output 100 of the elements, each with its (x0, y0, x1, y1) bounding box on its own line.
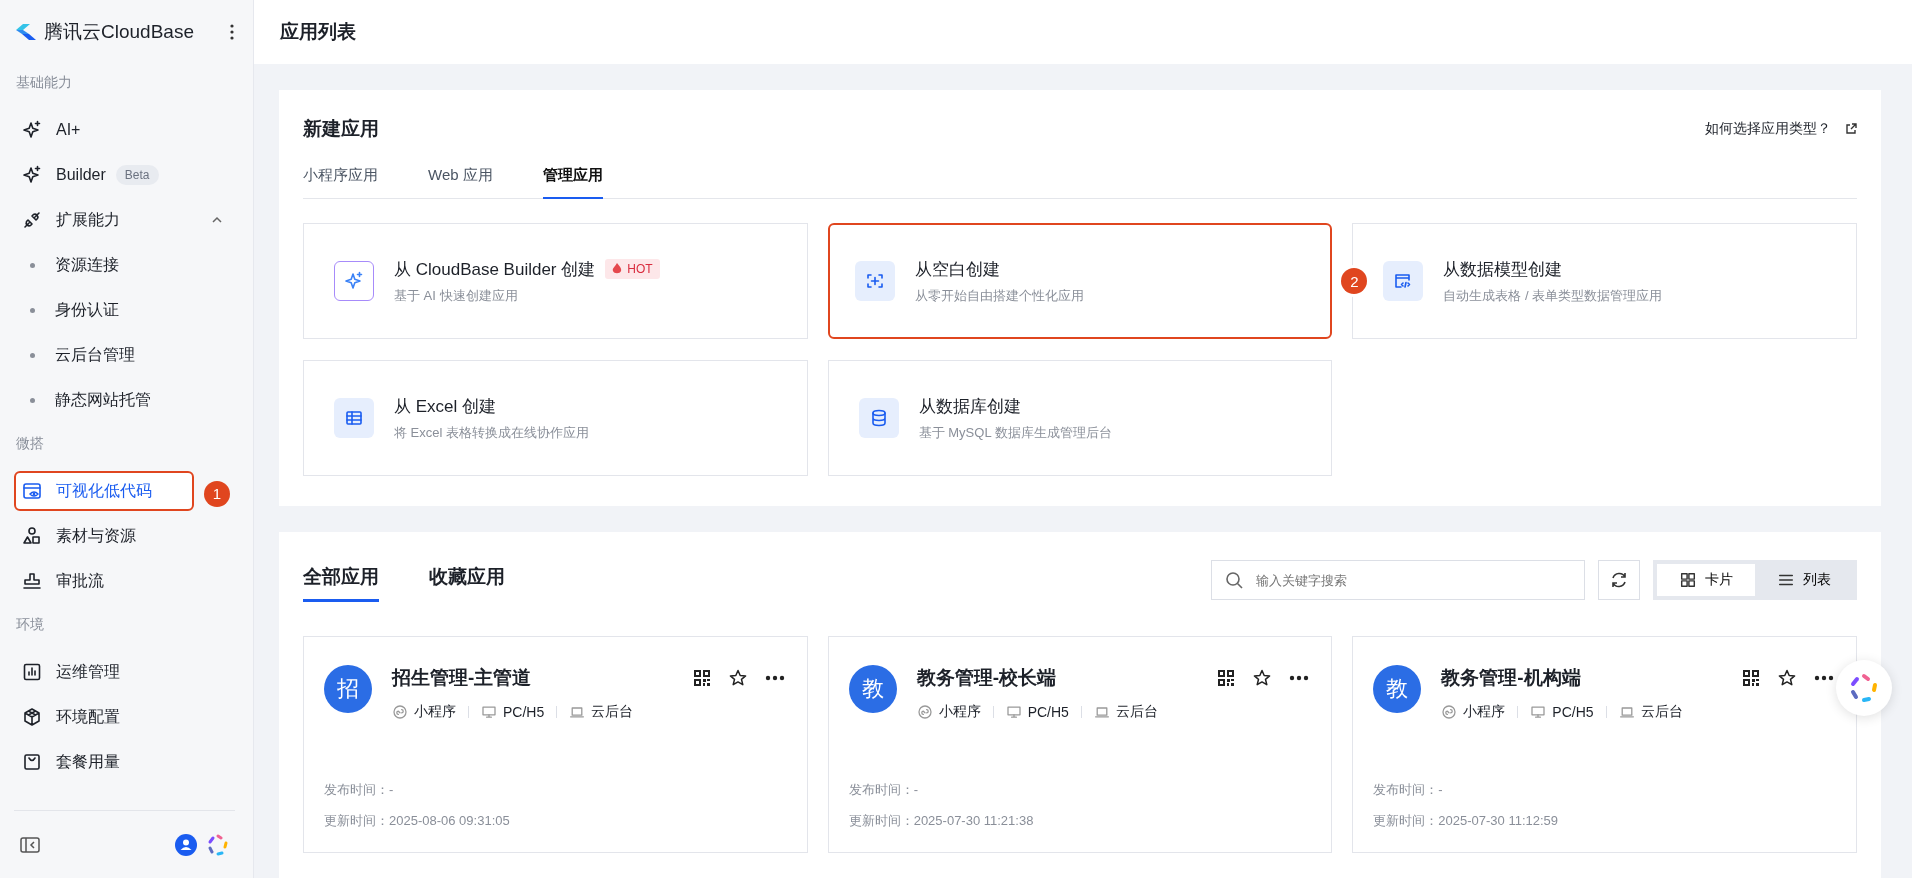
nav-item[interactable]: AI+ (14, 110, 235, 150)
app-name: 教务管理-机构端 (1441, 666, 1582, 690)
app-avatar: 招 (324, 665, 372, 713)
platform-label: 小程序 (414, 703, 456, 721)
section-title: 新建应用 (303, 117, 379, 141)
view-toggle[interactable]: 列表 (1755, 564, 1853, 596)
logo-icon (14, 22, 38, 42)
frame-plus-icon (864, 271, 885, 291)
platform-label: 小程序 (938, 703, 981, 721)
option-title: 从数据模型创建 (1443, 258, 1563, 281)
tab[interactable]: 小程序应用 (303, 160, 378, 199)
nav-item[interactable]: 运维管理 (14, 652, 235, 692)
publish-time: 发布时间：- (1373, 781, 1444, 799)
nav-item[interactable]: Builder Beta (14, 155, 235, 195)
submenu-item[interactable]: 云后台管理 (14, 335, 235, 375)
tab[interactable]: 全部应用 (303, 558, 379, 602)
chart-icon (22, 662, 42, 682)
section-heading: 环境 (15, 615, 45, 634)
tab[interactable]: 管理应用 (542, 160, 603, 199)
app-name: 招生管理-主管道 (392, 666, 533, 690)
table-icon (344, 408, 364, 428)
create-option-card[interactable]: 从 CloudBase Builder 创建 HOT 基于 AI 快速创建应用 (303, 223, 808, 339)
more-icon[interactable] (229, 23, 235, 41)
option-title: 从数据库创建 (918, 395, 1021, 418)
monitor-icon (1005, 704, 1022, 720)
link-circle-icon (916, 704, 933, 720)
star-icon[interactable] (1253, 669, 1272, 687)
star-icon[interactable] (728, 669, 747, 687)
shapes-icon (22, 526, 42, 546)
create-option-card[interactable]: 从 Excel 创建 将 Excel 表格转换成在线协作应用 (303, 360, 808, 476)
create-option-card[interactable]: 从数据库创建 基于 MySQL 数据库生成管理后台 (827, 360, 1333, 476)
nav-item[interactable]: 套餐用量 (14, 742, 235, 782)
option-description: 将 Excel 表格转换成在线协作应用 (394, 423, 589, 442)
pinwheel-icon[interactable] (207, 833, 229, 856)
update-time: 更新时间：2025-07-30 11:12:59 (1373, 812, 1560, 830)
section-heading: 基础能力 (15, 73, 73, 92)
app-avatar: 教 (1373, 665, 1422, 713)
qr-code-icon[interactable] (1742, 669, 1760, 687)
option-title: 从空白创建 (914, 258, 1000, 281)
nav-item[interactable]: 素材与资源 (14, 516, 235, 556)
bullet-icon (30, 307, 35, 313)
step-badge: 2 (1341, 268, 1368, 294)
tab[interactable]: 收藏应用 (429, 558, 505, 602)
option-title: 从 Excel 创建 (394, 395, 497, 418)
bullet-icon (30, 352, 35, 358)
qr-code-icon[interactable] (692, 669, 711, 687)
more-icon[interactable] (764, 675, 785, 681)
option-description: 从零开始自由搭建个性化应用 (914, 286, 1084, 305)
submenu-item[interactable]: 身份认证 (14, 290, 235, 330)
platform-label: PC/H5 (1027, 704, 1069, 720)
sparkle-icon (22, 165, 42, 185)
sparkle-icon (344, 271, 364, 291)
platform-label: PC/H5 (503, 704, 545, 720)
nav-item[interactable]: 扩展能力 (14, 200, 235, 240)
link-circle-icon (392, 704, 408, 720)
app-name: 教务管理-校长端 (916, 666, 1057, 690)
bag-icon (22, 752, 42, 772)
platform-label: 云后台 (1115, 703, 1158, 721)
laptop-icon (1618, 704, 1635, 720)
grid-icon (1679, 571, 1697, 589)
brand-name: 腾讯云CloudBase (44, 20, 195, 44)
sparkle-icon (22, 120, 42, 140)
tab[interactable]: Web 应用 (428, 160, 493, 199)
view-toggle[interactable]: 卡片 (1657, 564, 1755, 596)
publish-time: 发布时间：- (848, 781, 919, 799)
external-link-icon (1845, 123, 1857, 135)
option-title: 从 CloudBase Builder 创建 (394, 258, 596, 281)
search-field[interactable]: 输入关键字搜索 (1211, 560, 1585, 600)
star-icon[interactable] (1778, 669, 1796, 687)
bullet-icon (30, 397, 35, 403)
qr-code-icon[interactable] (1217, 669, 1236, 687)
laptop-icon (569, 704, 586, 720)
help-link[interactable]: 如何选择应用类型？ (1705, 120, 1857, 138)
submenu-item[interactable]: 静态网站托管 (14, 380, 235, 420)
pinwheel-icon (1849, 673, 1879, 703)
more-icon[interactable] (1289, 675, 1310, 681)
refresh-button[interactable] (1598, 560, 1640, 600)
submenu-item[interactable]: 资源连接 (14, 245, 235, 285)
flame-icon (612, 263, 623, 275)
monitor-icon (481, 704, 497, 720)
monitor-icon (1530, 704, 1547, 720)
nav-item[interactable]: 审批流 (14, 561, 235, 601)
collapse-sidebar-icon[interactable] (20, 835, 40, 854)
app-avatar: 教 (848, 665, 897, 713)
more-icon[interactable] (1814, 675, 1834, 681)
platform-label: 小程序 (1463, 703, 1506, 721)
publish-time: 发布时间：- (324, 781, 395, 799)
app-card[interactable]: 教 教务管理-校长端 小程序 PC/H5 云后台 发布时间：- 更新时间：2025-07-30 11:21:38 (827, 636, 1333, 853)
platform-label: 云后台 (1640, 703, 1683, 721)
nav-item[interactable]: 可视化低代码 (14, 471, 194, 511)
user-avatar-icon[interactable] (175, 833, 197, 856)
app-card[interactable]: 招 招生管理-主管道 小程序 PC/H5 云后台 发布时间：- 更新时间：2025-08-06 09:31:05 (303, 636, 808, 853)
page-title: 应用列表 (280, 20, 356, 44)
nav-item[interactable]: 环境配置 (14, 697, 235, 737)
plug-icon (22, 210, 42, 230)
hot-badge: HOT (605, 259, 660, 279)
eye-window-icon (22, 481, 42, 501)
option-description: 自动生成表格 / 表单类型数据管理应用 (1443, 286, 1663, 305)
step-badge: 1 (204, 480, 230, 507)
bullet-icon (30, 262, 35, 268)
